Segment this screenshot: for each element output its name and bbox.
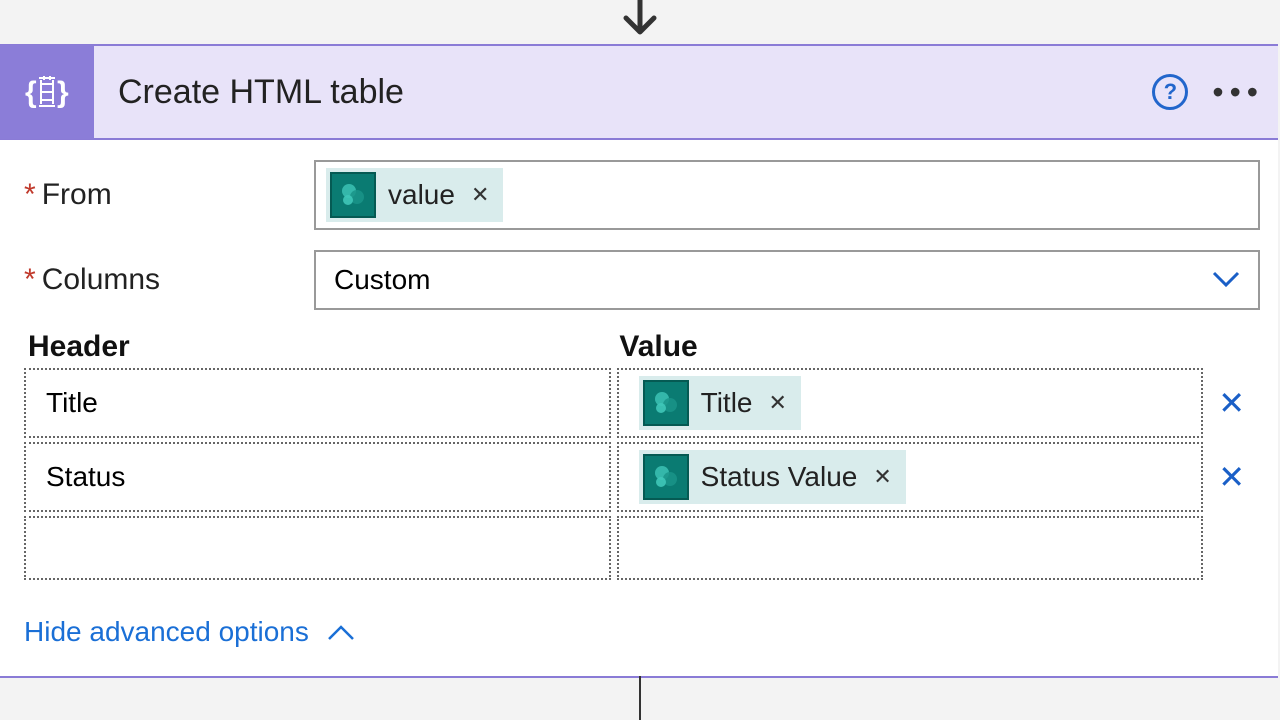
- svg-text:{: {: [25, 76, 37, 109]
- columns-row: *Columns Custom: [24, 250, 1260, 310]
- token-label: Status Value: [701, 461, 858, 493]
- header-cell-empty[interactable]: [24, 516, 611, 580]
- header-cell[interactable]: Title: [24, 368, 611, 438]
- from-label: *From: [24, 178, 314, 212]
- column-header-value: Value: [613, 330, 1202, 364]
- flow-arrow-icon: [616, 0, 664, 45]
- table-row: Title Title ✕ ✕: [24, 368, 1260, 438]
- remove-token-icon[interactable]: ✕: [467, 182, 493, 208]
- card-body: *From value ✕ *Columns Custom: [0, 140, 1278, 676]
- from-row: *From value ✕: [24, 160, 1260, 230]
- header-cell[interactable]: Status: [24, 442, 611, 512]
- more-menu-icon[interactable]: •••: [1212, 76, 1264, 108]
- value-cell[interactable]: Status Value ✕: [617, 442, 1204, 512]
- card-title: Create HTML table: [118, 73, 1152, 112]
- table-row: Status Status Value ✕ ✕: [24, 442, 1260, 512]
- delete-row-icon[interactable]: ✕: [1203, 368, 1260, 438]
- flow-connector: [639, 676, 641, 720]
- token-title[interactable]: Title ✕: [639, 376, 801, 430]
- hide-advanced-toggle[interactable]: Hide advanced options: [24, 616, 355, 648]
- token-value[interactable]: value ✕: [326, 168, 503, 222]
- sharepoint-icon: [330, 172, 376, 218]
- columns-table: Header Value Title Title ✕: [24, 330, 1260, 580]
- action-card: { } Create HTML table ? ••• *From value …: [0, 44, 1278, 678]
- columns-label: *Columns: [24, 263, 314, 297]
- svg-text:}: }: [57, 76, 69, 109]
- token-status-value[interactable]: Status Value ✕: [639, 450, 906, 504]
- delete-row-icon[interactable]: ✕: [1203, 442, 1260, 512]
- chevron-down-icon: [1212, 264, 1240, 296]
- remove-token-icon[interactable]: ✕: [869, 464, 895, 490]
- remove-token-icon[interactable]: ✕: [765, 390, 791, 416]
- data-operation-icon: { }: [0, 45, 94, 139]
- card-header[interactable]: { } Create HTML table ? •••: [0, 46, 1278, 140]
- value-cell-empty[interactable]: [617, 516, 1204, 580]
- help-icon[interactable]: ?: [1152, 74, 1188, 110]
- sharepoint-icon: [643, 454, 689, 500]
- columns-select[interactable]: Custom: [314, 250, 1260, 310]
- columns-value: Custom: [334, 264, 430, 296]
- chevron-up-icon: [327, 616, 355, 648]
- token-label: value: [388, 179, 455, 211]
- from-input[interactable]: value ✕: [314, 160, 1260, 230]
- value-cell[interactable]: Title ✕: [617, 368, 1204, 438]
- column-header-header: Header: [24, 330, 613, 364]
- table-row-empty: [24, 516, 1260, 580]
- hide-advanced-label: Hide advanced options: [24, 616, 309, 648]
- token-label: Title: [701, 387, 753, 419]
- sharepoint-icon: [643, 380, 689, 426]
